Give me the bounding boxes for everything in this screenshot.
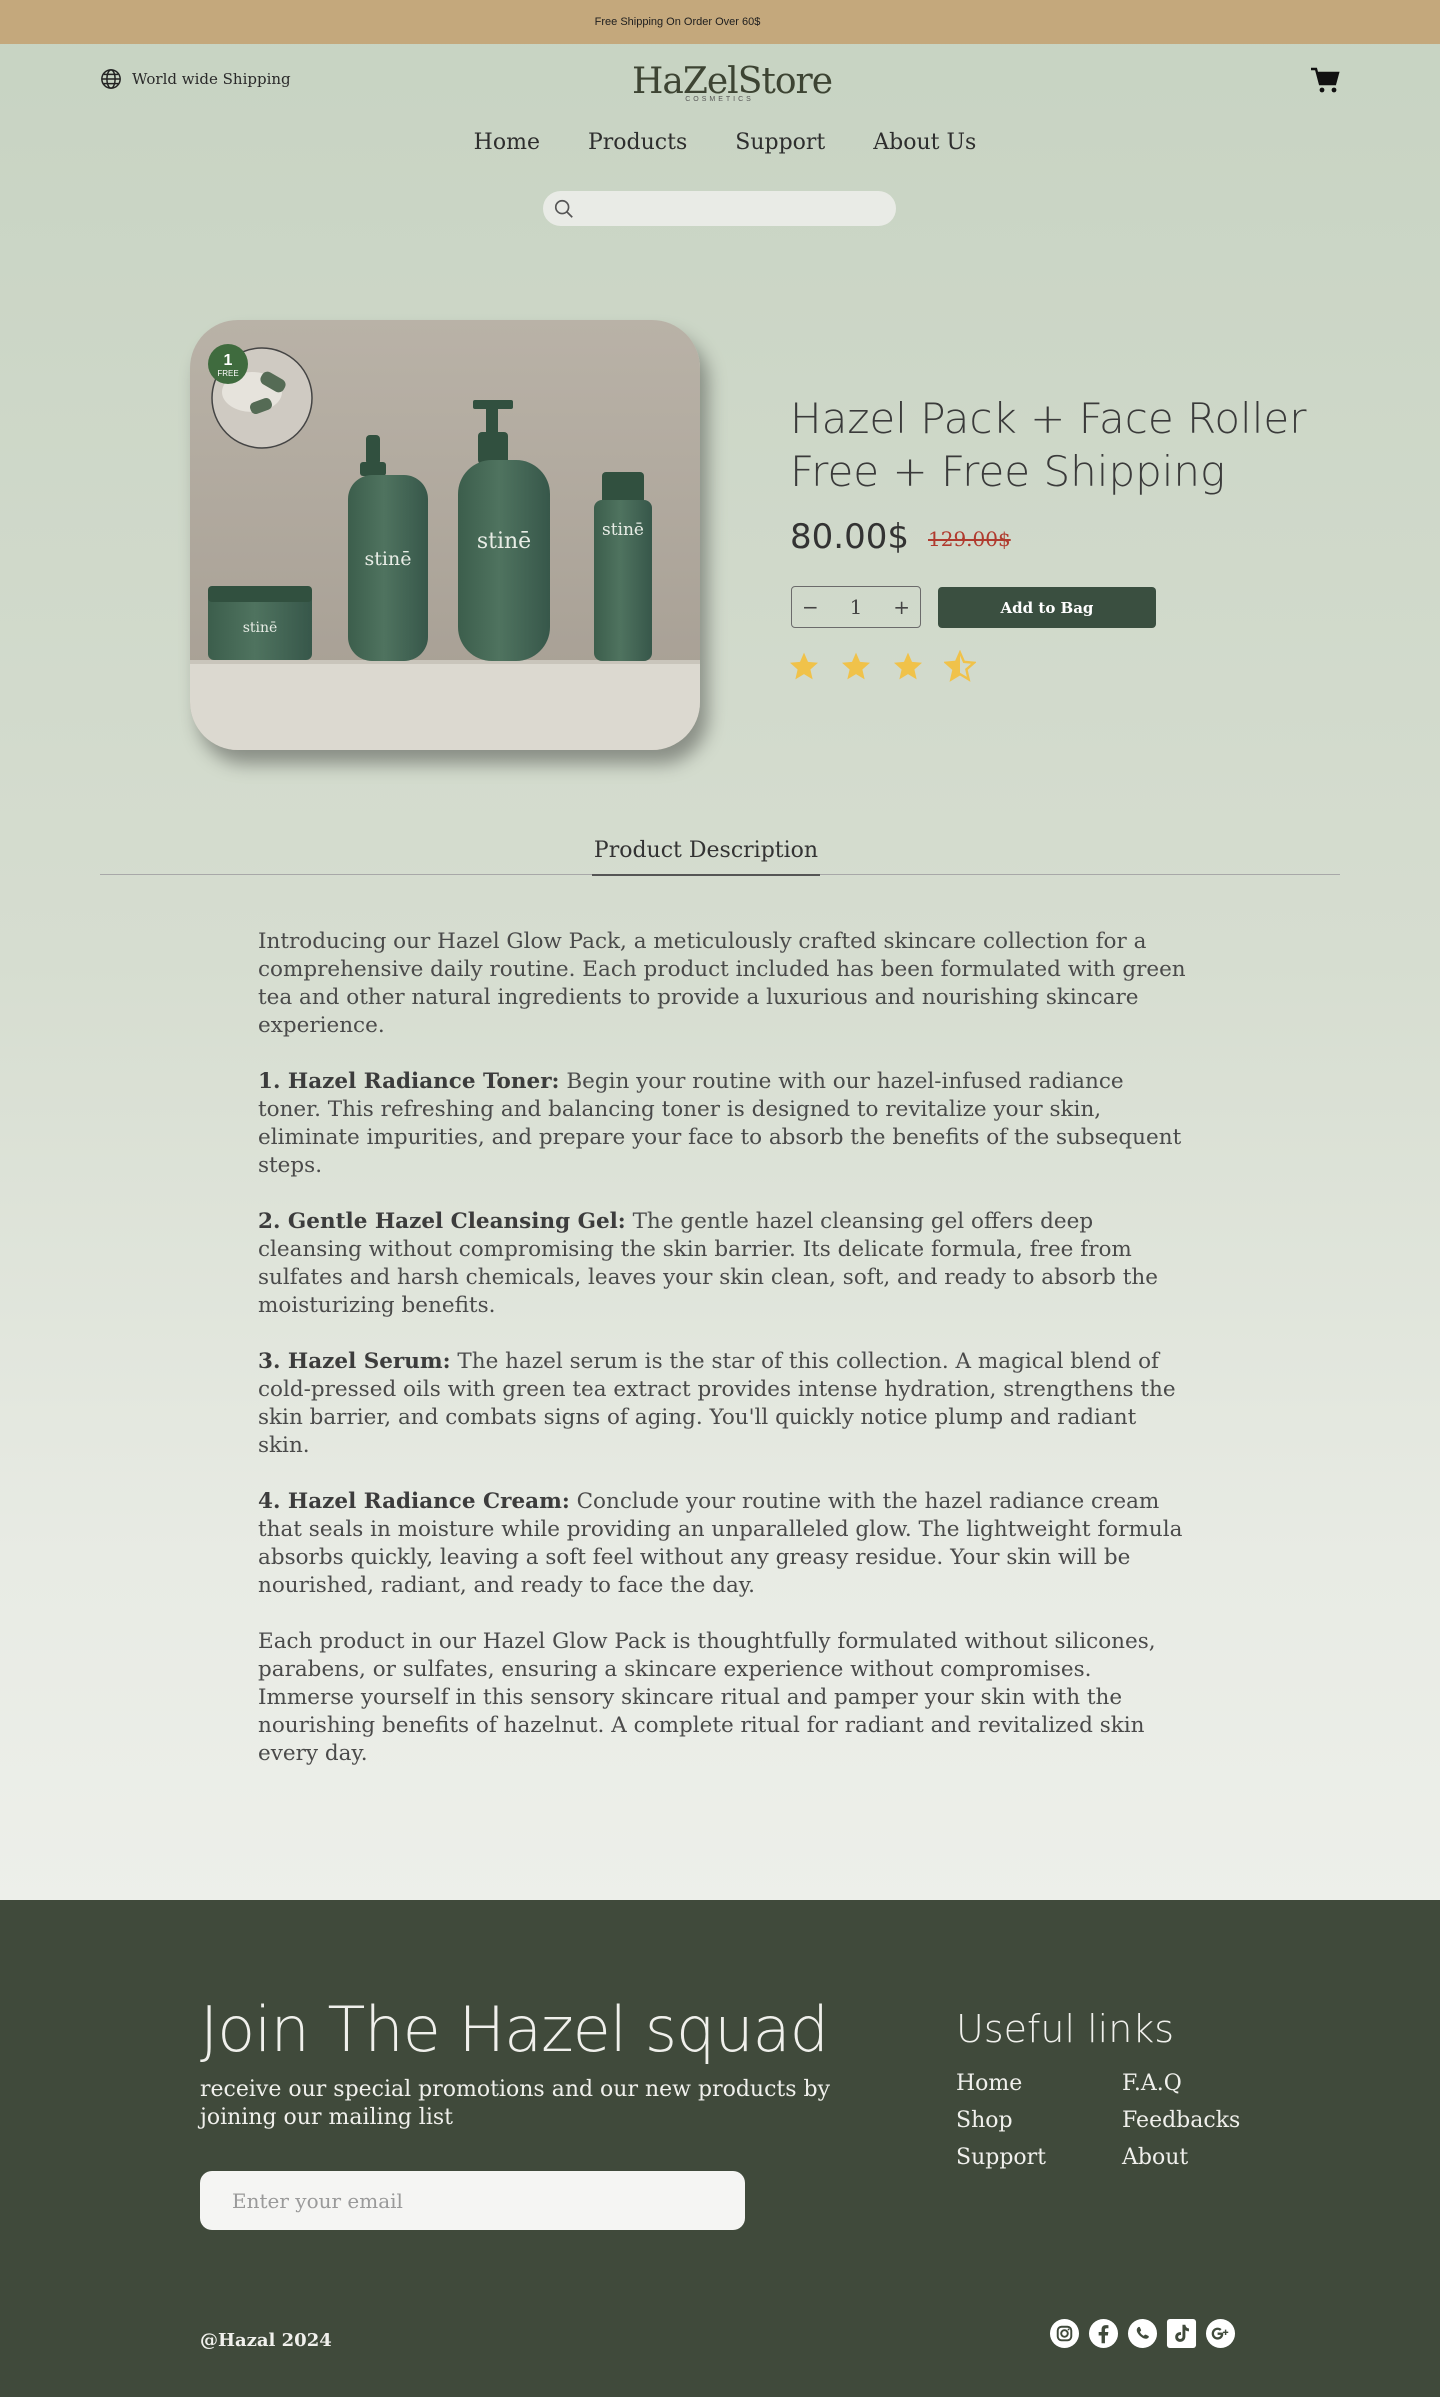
quantity-decrease-button[interactable]: − (802, 595, 819, 619)
footer-link-feedbacks[interactable]: Feedbacks (1122, 2107, 1262, 2134)
rating-stars (788, 650, 976, 682)
footer-link-about[interactable]: About (1122, 2144, 1262, 2171)
quantity-value[interactable]: 1 (850, 595, 863, 619)
jar-brand: stinē (243, 620, 278, 636)
globe-icon (101, 69, 121, 89)
nav-products[interactable]: Products (588, 130, 687, 155)
useful-links-title: Useful links (956, 2007, 1175, 2051)
footer-link-faq[interactable]: F.A.Q (1122, 2070, 1262, 2097)
cart-button[interactable] (1310, 66, 1340, 98)
nav-support[interactable]: Support (735, 130, 825, 155)
copyright: @Hazal 2024 (200, 2330, 332, 2351)
product-description: Introducing our Hazel Glow Pack, a metic… (258, 928, 1188, 1796)
add-to-bag-button[interactable]: Add to Bag (938, 587, 1156, 628)
product-price: 80.00$ (790, 517, 909, 557)
footer-link-home[interactable]: Home (956, 2070, 1122, 2097)
shipping-info[interactable]: World wide Shipping (100, 68, 291, 90)
product-image[interactable]: stinē stinē stinē stinē 1 FREE (190, 320, 700, 750)
description-outro: Each product in our Hazel Glow Pack is t… (258, 1629, 1156, 1766)
footer-link-shop[interactable]: Shop (956, 2107, 1122, 2134)
dropper-brand: stinē (365, 548, 412, 570)
star-half-icon (944, 650, 976, 682)
tab-product-description[interactable]: Product Description (592, 838, 820, 876)
shipping-label: World wide Shipping (132, 70, 291, 88)
site-footer: Join The Hazel squad receive our special… (0, 1900, 1440, 2397)
store-logo[interactable]: HaZelStore COSMETICS (632, 62, 833, 104)
description-item: 3. Hazel Serum: The hazel serum is the s… (258, 1348, 1188, 1460)
product-photo: stinē stinē stinē stinē 1 FREE (190, 320, 700, 750)
search-icon[interactable] (553, 198, 575, 220)
star-icon (894, 652, 922, 680)
whatsapp-icon[interactable] (1127, 2318, 1158, 2349)
description-item: 4. Hazel Radiance Cream: Conclude your r… (258, 1488, 1188, 1600)
badge-text: FREE (217, 369, 238, 378)
newsletter-title: Join The Hazel squad (200, 1993, 829, 2066)
quantity-increase-button[interactable]: + (893, 595, 910, 619)
star-icon (842, 652, 870, 680)
product-old-price: 129.00$ (928, 527, 1011, 551)
quantity-stepper[interactable]: − 1 + (791, 586, 921, 628)
social-links (1049, 2318, 1236, 2349)
announcement-bar: Free Shipping On Order Over 60$ (0, 0, 1440, 44)
main-nav: Home Products Support About Us (0, 130, 1440, 155)
description-item: 2. Gentle Hazel Cleansing Gel: The gentl… (258, 1208, 1188, 1320)
description-item-heading: 3. Hazel Serum: (258, 1349, 451, 1374)
description-item: 1. Hazel Radiance Toner: Begin your rout… (258, 1068, 1188, 1180)
nav-home[interactable]: Home (474, 130, 540, 155)
star-icon (790, 652, 818, 680)
badge-number: 1 (224, 352, 233, 369)
instagram-icon[interactable] (1049, 2318, 1080, 2349)
announcement-text: Free Shipping On Order Over 60$ (594, 16, 761, 28)
search-input[interactable] (583, 191, 896, 226)
email-field[interactable] (200, 2171, 745, 2230)
description-item-heading: 1. Hazel Radiance Toner: (258, 1069, 560, 1094)
toner-brand: stinē (602, 520, 644, 540)
description-item-heading: 4. Hazel Radiance Cream: (258, 1489, 570, 1514)
description-intro: Introducing our Hazel Glow Pack, a metic… (258, 929, 1186, 1038)
description-item-heading: 2. Gentle Hazel Cleansing Gel: (258, 1209, 626, 1234)
site-header: World wide Shipping HaZelStore COSMETICS (0, 44, 1440, 114)
pump-brand: stinē (477, 529, 531, 554)
facebook-icon[interactable] (1088, 2318, 1119, 2349)
product-title: Hazel Pack + Face Roller Free + Free Shi… (790, 394, 1307, 496)
nav-about-us[interactable]: About Us (873, 130, 976, 155)
tiktok-icon[interactable] (1166, 2318, 1197, 2349)
useful-links: Home F.A.Q Shop Feedbacks Support About (956, 2070, 1262, 2171)
google-plus-icon[interactable] (1205, 2318, 1236, 2349)
footer-link-support[interactable]: Support (956, 2144, 1122, 2171)
search-bar[interactable] (543, 191, 896, 226)
newsletter-subtitle: receive our special promotions and our n… (200, 2077, 831, 2130)
cart-icon (1311, 67, 1340, 93)
